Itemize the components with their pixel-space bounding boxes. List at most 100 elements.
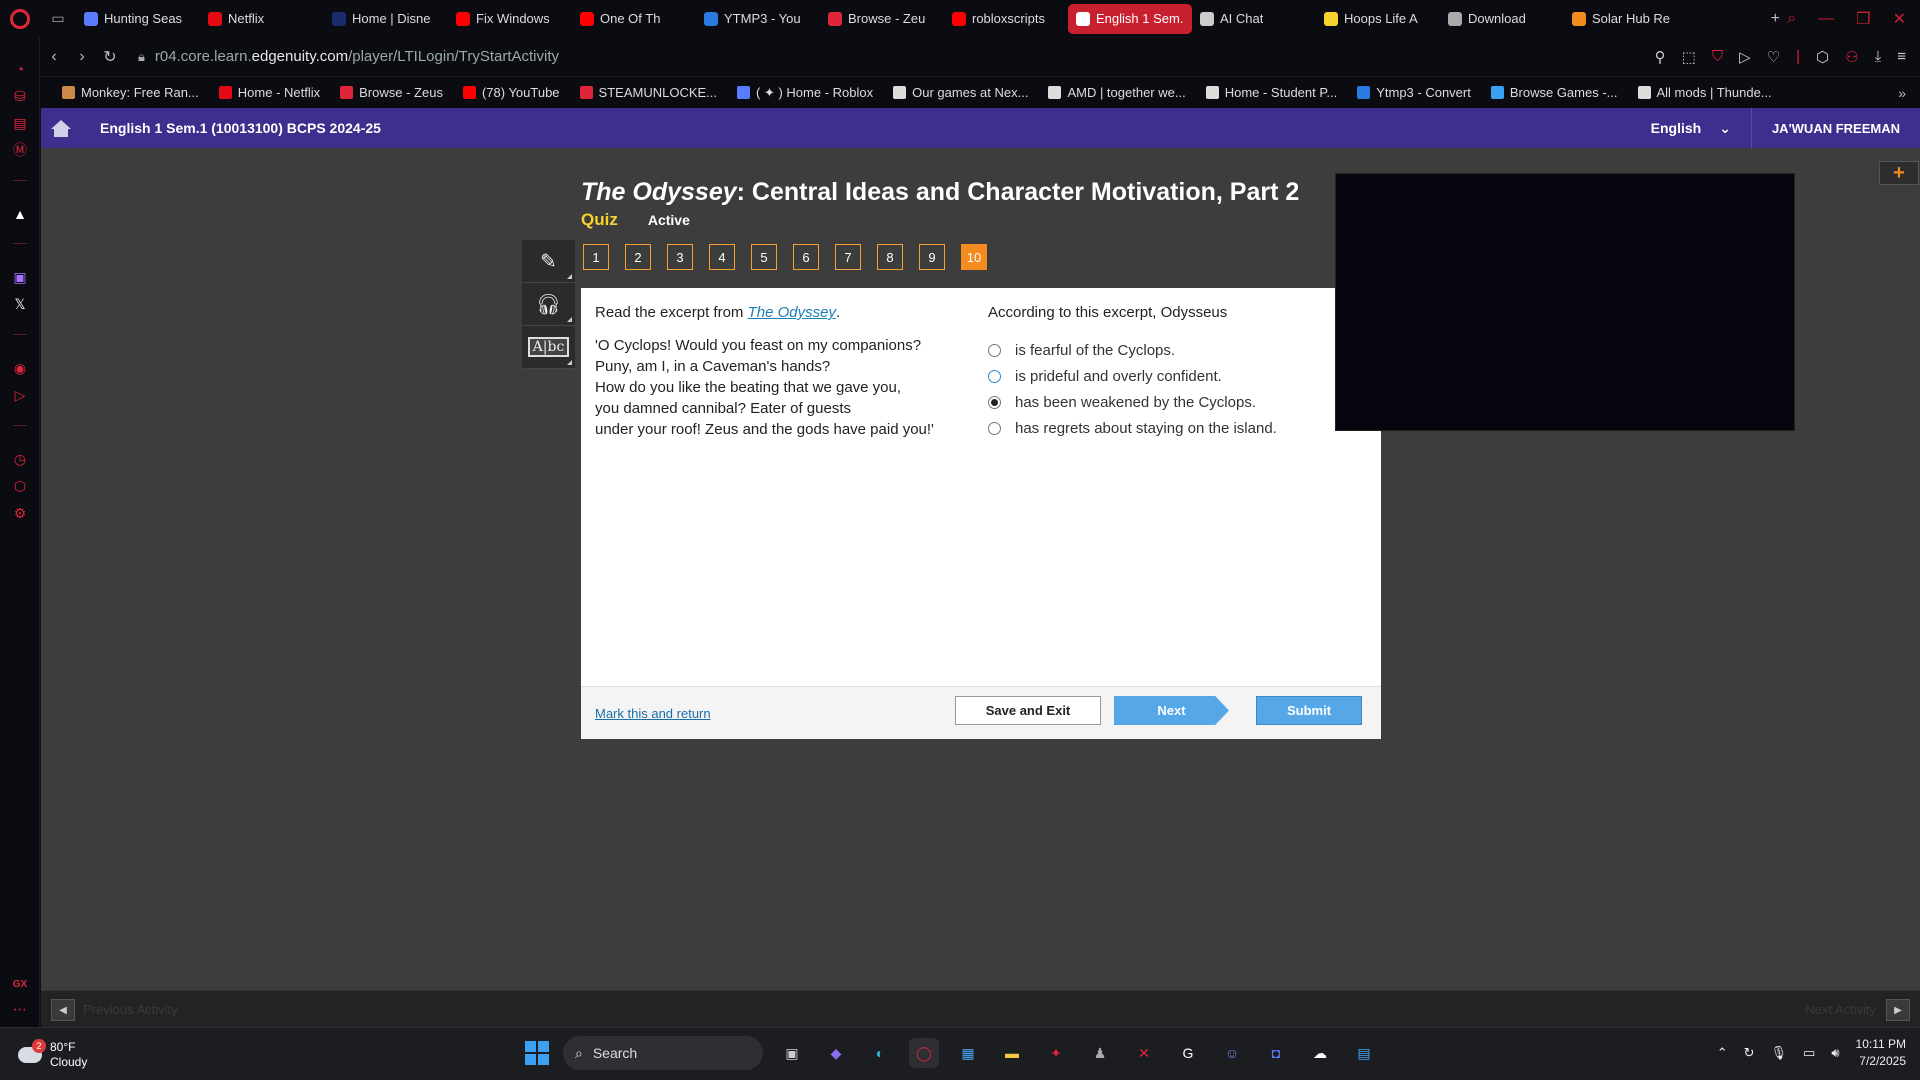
tab-overview-icon[interactable]: ▭ <box>40 10 76 27</box>
video-player[interactable] <box>1335 173 1795 431</box>
taskbar-search[interactable]: ⌕ Search <box>563 1036 763 1070</box>
browser-tab[interactable]: AI Chat <box>1192 4 1316 34</box>
bookmark-item[interactable]: Browse Games -... <box>1481 85 1628 101</box>
edge-icon[interactable]: ◐ <box>865 1038 895 1068</box>
browser-tab[interactable]: One Of Th <box>572 4 696 34</box>
weather-widget[interactable]: 2 80°F Cloudy <box>18 1039 87 1070</box>
radio-button[interactable] <box>988 421 1001 435</box>
forward-button[interactable]: › <box>68 48 96 66</box>
back-button[interactable]: ‹ <box>40 48 68 66</box>
answer-option[interactable]: has been weakened by the Cyclops. <box>988 389 1368 415</box>
app-icon[interactable]: ▲ <box>10 204 30 224</box>
bookmark-item[interactable]: ( ✦ ) Home - Roblox <box>727 85 883 101</box>
download-icon[interactable]: ⤓ <box>1875 48 1882 66</box>
x-icon[interactable]: 𝕏 <box>10 294 30 314</box>
language-select[interactable]: English ⌄ <box>1651 108 1752 148</box>
reload-button[interactable]: ↻ <box>96 47 124 67</box>
game-app-icon[interactable]: ✦ <box>1041 1038 1071 1068</box>
bookmark-item[interactable]: Browse - Zeus <box>330 85 453 101</box>
audio-tool[interactable]: 🎧︎ <box>522 283 575 326</box>
previous-activity-button[interactable]: ◀ <box>51 999 75 1021</box>
start-button[interactable] <box>525 1041 549 1065</box>
browser-tab[interactable]: Download <box>1440 4 1564 34</box>
bookmark-item[interactable]: AMD | together we... <box>1038 85 1195 101</box>
bookmark-item[interactable]: All mods | Thunde... <box>1628 85 1782 101</box>
question-nav-button[interactable]: 5 <box>751 244 777 270</box>
bookmark-item[interactable]: Our games at Nex... <box>883 85 1038 101</box>
next-button[interactable]: Next <box>1114 696 1229 725</box>
extensions-sidebar-icon[interactable]: ⬡ <box>10 476 30 496</box>
question-nav-button[interactable]: 4 <box>709 244 735 270</box>
twitch-icon[interactable]: ▣ <box>10 267 30 287</box>
profile-icon[interactable]: ⚇ <box>1845 48 1858 66</box>
bookmark-item[interactable]: Home - Netflix <box>209 85 330 101</box>
gx-icon[interactable]: GX <box>10 974 30 994</box>
home-button[interactable] <box>41 108 81 148</box>
chevron-up-icon[interactable]: ⌃ <box>1717 1045 1728 1061</box>
question-nav-button[interactable]: 1 <box>583 244 609 270</box>
save-and-exit-button[interactable]: Save and Exit <box>955 696 1101 725</box>
browser-tab[interactable]: Solar Hub Re <box>1564 4 1688 34</box>
network-icon[interactable]: ▭ <box>1803 1045 1815 1061</box>
browser-tab[interactable]: Fix Windows <box>448 4 572 34</box>
aria-icon[interactable]: ◔ <box>10 59 30 79</box>
discord-icon[interactable]: ☺ <box>1217 1038 1247 1068</box>
cloud-app-icon[interactable]: ☁ <box>1305 1038 1335 1068</box>
easy-setup-icon[interactable]: ≡ <box>1897 48 1906 66</box>
bookmark-item[interactable]: Ytmp3 - Convert <box>1347 85 1481 101</box>
radio-button[interactable] <box>988 369 1001 383</box>
browser-tab[interactable]: Hoops Life A <box>1316 4 1440 34</box>
question-nav-button[interactable]: 6 <box>793 244 819 270</box>
figure-app-icon[interactable]: ♟ <box>1085 1038 1115 1068</box>
browser-tab[interactable]: YTMP3 - You <box>696 4 820 34</box>
copilot-icon[interactable]: ◆ <box>821 1038 851 1068</box>
question-nav-button[interactable]: 8 <box>877 244 903 270</box>
excerpt-link[interactable]: The Odyssey <box>748 304 836 321</box>
close-window-button[interactable]: ✕ <box>1893 9 1906 29</box>
question-nav-button[interactable]: 7 <box>835 244 861 270</box>
volume-icon[interactable]: 🔊︎ <box>1831 1045 1839 1061</box>
answer-option[interactable]: is fearful of the Cyclops. <box>988 337 1368 363</box>
heart-icon[interactable]: ♡ <box>1767 48 1780 66</box>
bookmark-icon[interactable]: ⚲ <box>1655 48 1666 66</box>
play-icon[interactable]: ▷ <box>1739 48 1751 66</box>
settings-gear-icon[interactable]: ⚙ <box>10 503 30 523</box>
history-icon[interactable]: ◷ <box>10 449 30 469</box>
shield-icon[interactable]: ⛉ <box>1712 48 1723 66</box>
question-nav-button[interactable]: 9 <box>919 244 945 270</box>
question-nav-button[interactable]: 3 <box>667 244 693 270</box>
answer-option[interactable]: has regrets about staying on the island. <box>988 415 1368 441</box>
pencil-tool[interactable]: ✎ <box>522 240 575 283</box>
news-icon[interactable]: ▤ <box>10 113 30 133</box>
browser-tab[interactable]: Hunting Seas <box>76 4 200 34</box>
snapshot-icon[interactable]: ⬚ <box>1682 48 1696 66</box>
expand-plus-button[interactable]: + <box>1879 161 1919 185</box>
mail-icon[interactable]: Ⓜ <box>10 140 30 160</box>
opera-taskbar-icon[interactable]: ◯ <box>909 1038 939 1068</box>
clock[interactable]: 10:11 PM 7/2/2025 <box>1856 1036 1906 1070</box>
next-activity-button[interactable]: ▶ <box>1886 999 1910 1021</box>
browser-tab[interactable]: Netflix <box>200 4 324 34</box>
minimize-button[interactable]: — <box>1818 10 1834 28</box>
radio-button[interactable] <box>988 343 1001 357</box>
roblox-icon[interactable]: ◘ <box>1261 1038 1291 1068</box>
dictionary-tool[interactable]: A|bc <box>522 326 575 369</box>
notepad-icon[interactable]: ▤ <box>1349 1038 1379 1068</box>
opera-menu-button[interactable] <box>0 0 40 37</box>
file-explorer-icon[interactable]: ▬ <box>997 1038 1027 1068</box>
x-app-icon[interactable]: ✕ <box>1129 1038 1159 1068</box>
microphone-icon[interactable]: 🎙︎ <box>1771 1045 1788 1061</box>
player-icon[interactable]: ◉ <box>10 358 30 378</box>
question-nav-button[interactable]: 2 <box>625 244 651 270</box>
bookmark-item[interactable]: Home - Student P... <box>1196 85 1348 101</box>
new-tab-button[interactable]: + <box>1763 10 1787 28</box>
bookmark-item[interactable]: (78) YouTube <box>453 85 570 101</box>
user-name[interactable]: JA'WUAN FREEMAN <box>1752 121 1920 136</box>
extensions-icon[interactable]: ⬡ <box>1816 48 1829 66</box>
browser-tab[interactable]: robloxscripts <box>944 4 1068 34</box>
more-bookmarks-icon[interactable]: » <box>1898 85 1920 101</box>
browser-tab[interactable]: English 1 Sem.1 (1001310 <box>1068 3 1192 34</box>
more-options-icon[interactable]: ⋯ <box>10 999 30 1019</box>
send-icon[interactable]: ▷ <box>10 385 30 405</box>
maximize-button[interactable]: ❐ <box>1856 9 1870 29</box>
